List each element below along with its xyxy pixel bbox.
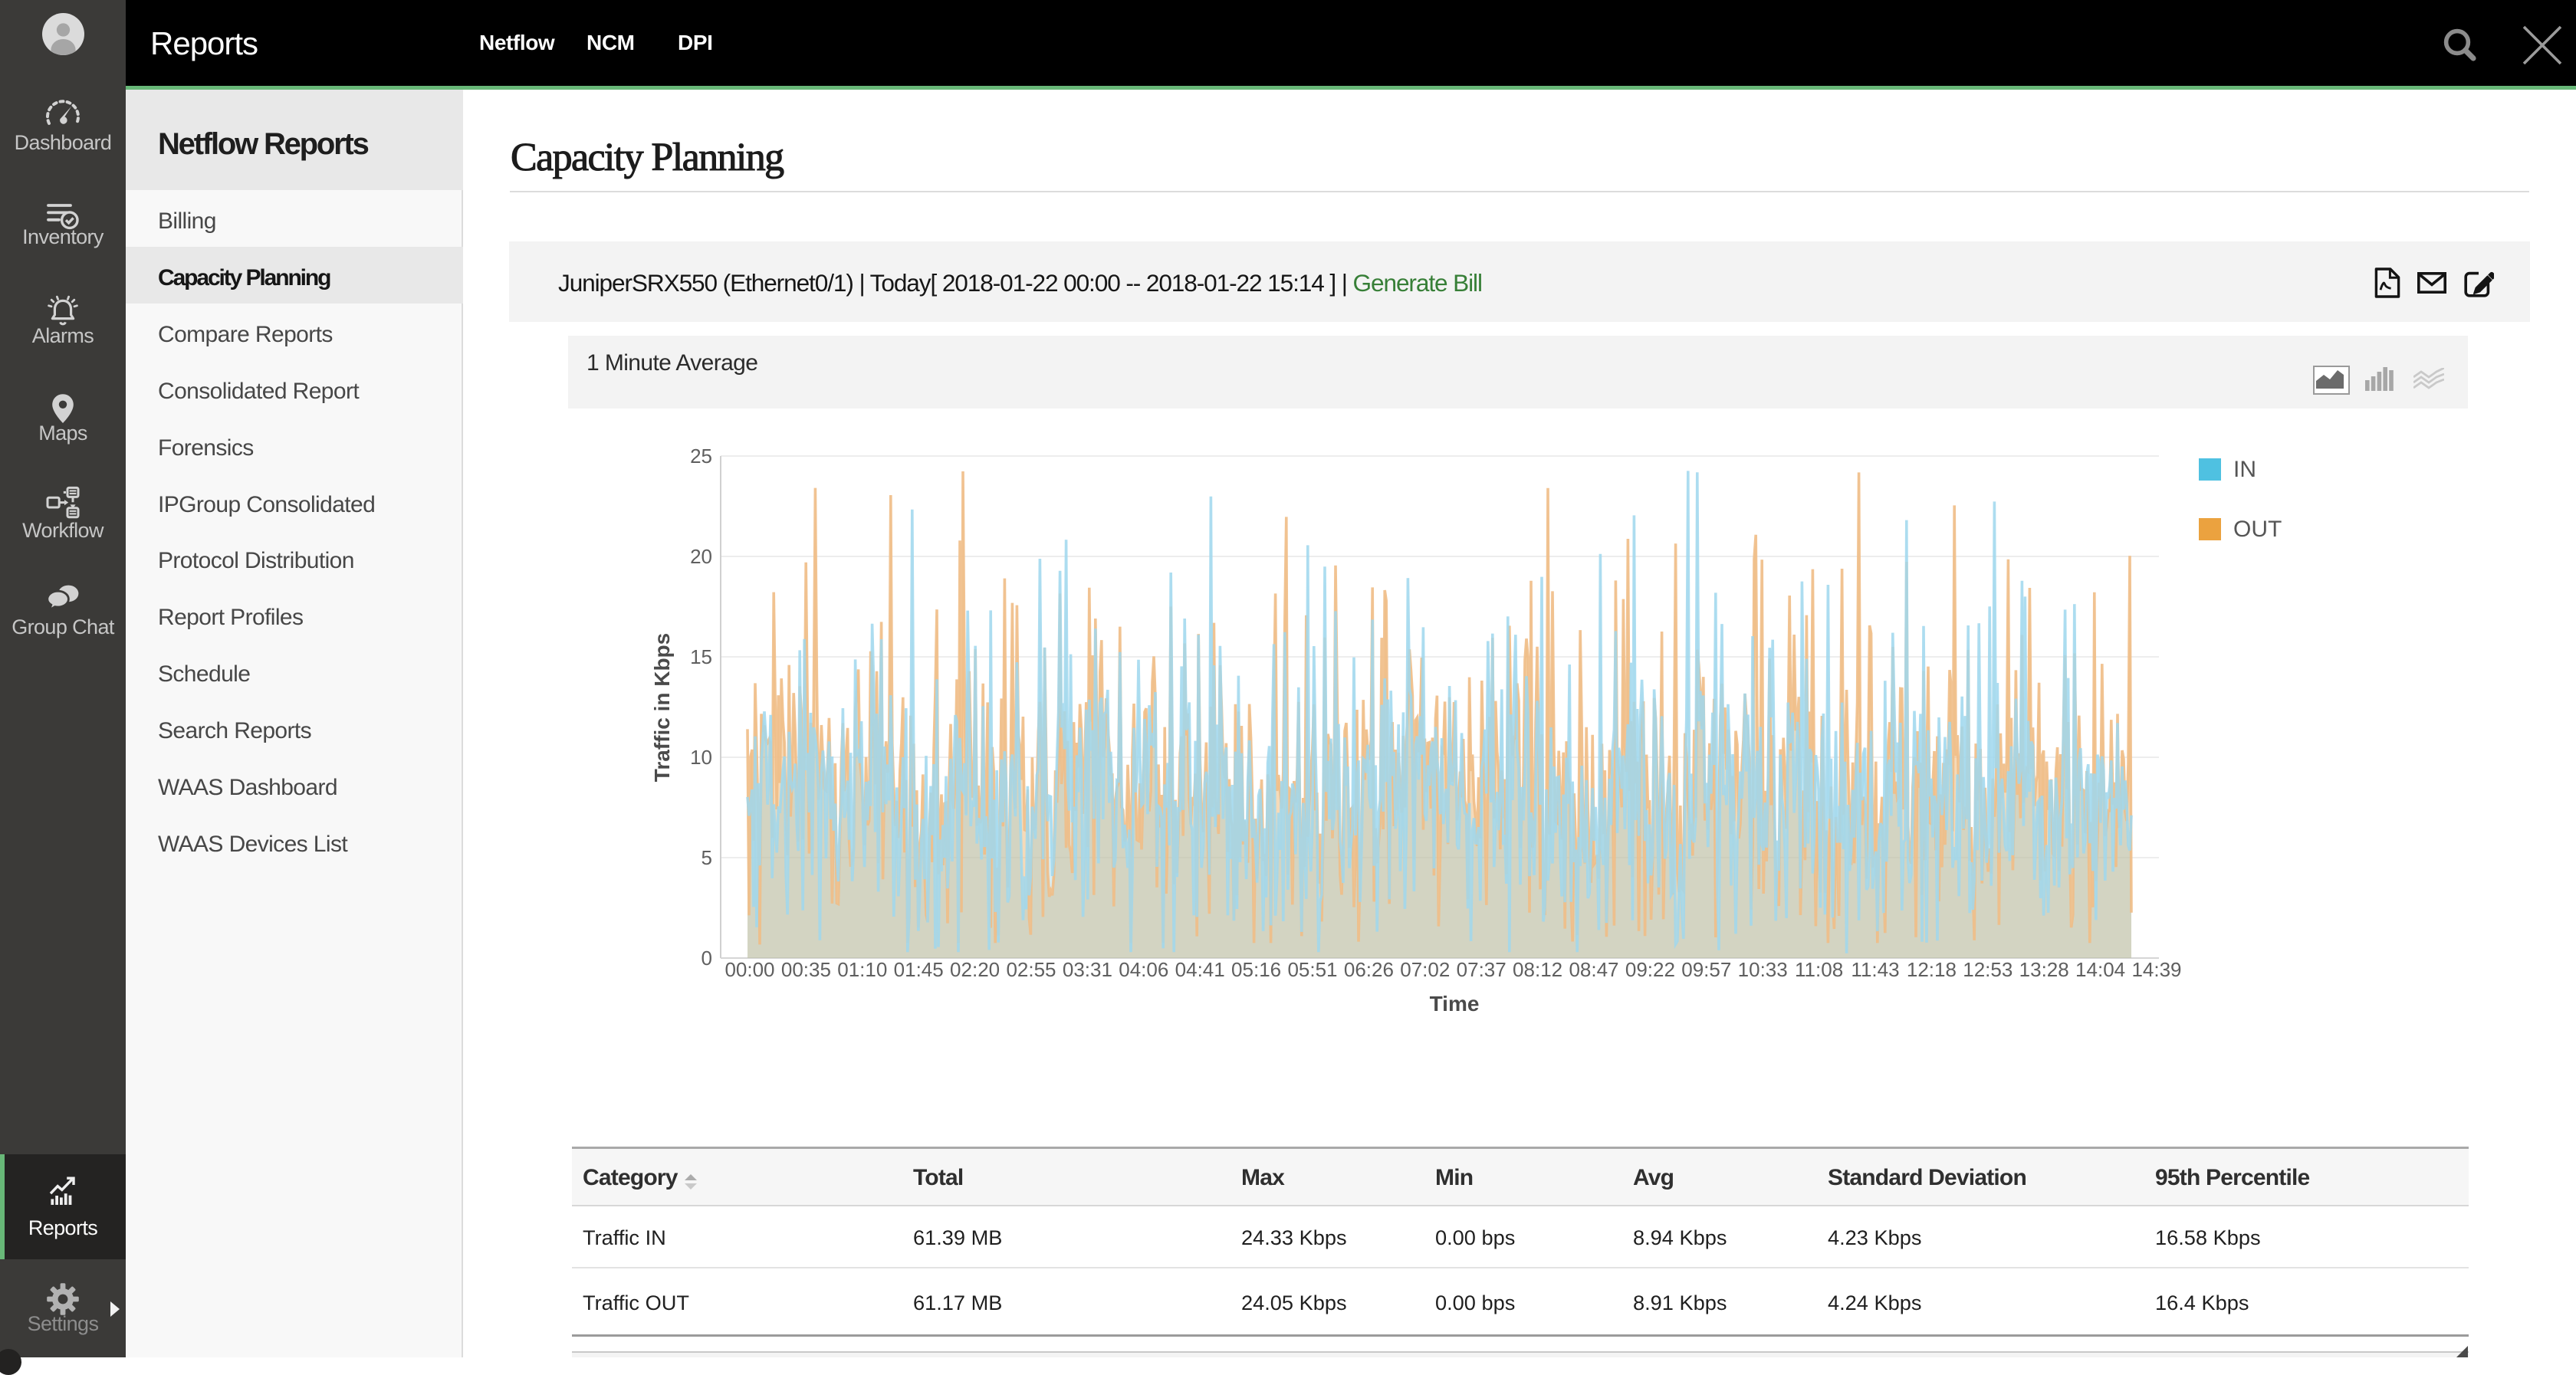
svg-text:08:47: 08:47 <box>1569 958 1618 981</box>
svg-text:Traffic in Kbps: Traffic in Kbps <box>650 633 674 782</box>
svg-text:09:22: 09:22 <box>1625 958 1675 981</box>
svg-text:14:04: 14:04 <box>2075 958 2125 981</box>
svg-text:13:28: 13:28 <box>2019 958 2069 981</box>
svg-text:05:16: 05:16 <box>1231 958 1281 981</box>
svg-text:01:45: 01:45 <box>894 958 944 981</box>
svg-text:09:57: 09:57 <box>1681 958 1731 981</box>
svg-text:07:02: 07:02 <box>1400 958 1450 981</box>
svg-text:25: 25 <box>690 445 712 468</box>
svg-text:08:12: 08:12 <box>1513 958 1562 981</box>
svg-text:00:00: 00:00 <box>724 958 774 981</box>
svg-text:00:35: 00:35 <box>781 958 831 981</box>
svg-text:06:26: 06:26 <box>1344 958 1394 981</box>
svg-text:OUT: OUT <box>2233 517 2282 542</box>
svg-text:IN: IN <box>2233 457 2256 482</box>
svg-text:02:20: 02:20 <box>950 958 1000 981</box>
svg-text:14:39: 14:39 <box>2131 958 2181 981</box>
svg-text:Time: Time <box>1430 992 1480 1016</box>
svg-text:03:31: 03:31 <box>1063 958 1112 981</box>
svg-text:15: 15 <box>690 645 712 668</box>
svg-text:11:43: 11:43 <box>1851 958 1899 981</box>
svg-text:0: 0 <box>702 947 712 970</box>
svg-text:12:18: 12:18 <box>1907 958 1957 981</box>
svg-text:01:10: 01:10 <box>837 958 887 981</box>
svg-text:04:41: 04:41 <box>1175 958 1225 981</box>
svg-text:02:55: 02:55 <box>1006 958 1056 981</box>
svg-text:11:08: 11:08 <box>1795 958 1843 981</box>
svg-text:12:53: 12:53 <box>1963 958 2013 981</box>
svg-text:07:37: 07:37 <box>1457 958 1506 981</box>
svg-text:04:06: 04:06 <box>1119 958 1168 981</box>
svg-text:10: 10 <box>690 746 712 769</box>
svg-text:20: 20 <box>690 545 712 568</box>
svg-text:05:51: 05:51 <box>1287 958 1337 981</box>
svg-text:10:33: 10:33 <box>1738 958 1788 981</box>
svg-text:5: 5 <box>702 846 712 869</box>
